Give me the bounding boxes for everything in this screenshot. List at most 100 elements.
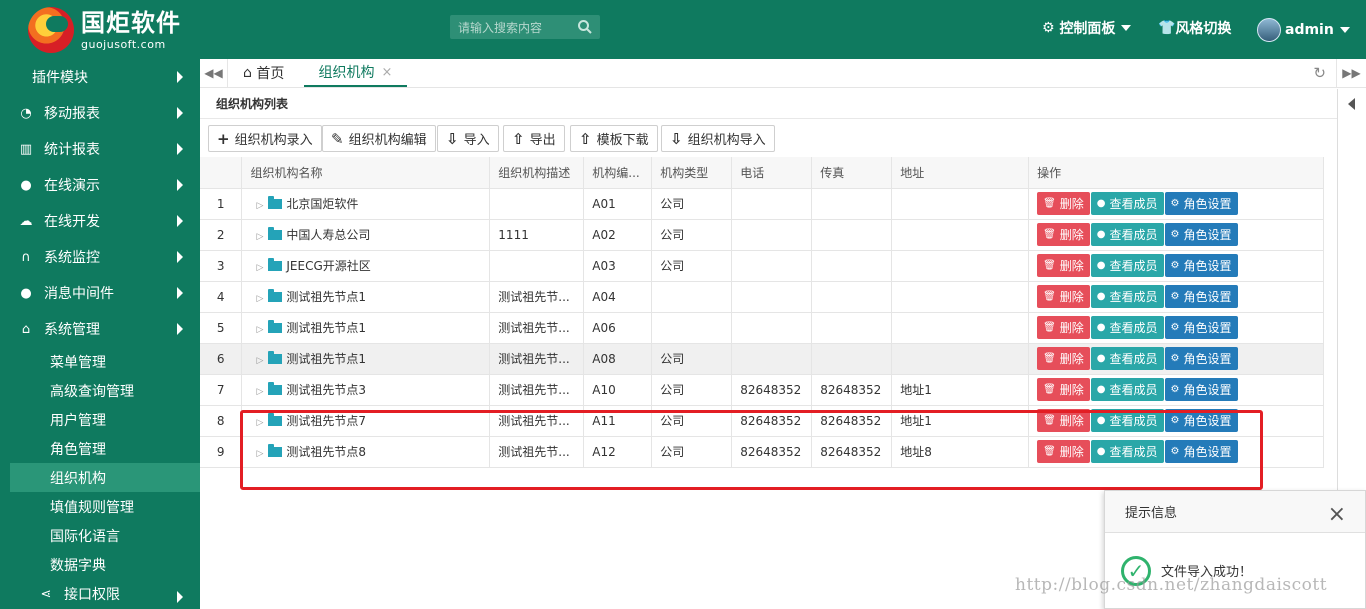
org-name: JEECG开源社区	[286, 259, 371, 273]
expand-icon[interactable]: ▷	[256, 201, 263, 211]
search-input[interactable]: 请输入搜索内容	[450, 15, 600, 39]
sidebar-item-message[interactable]: ● 消息中间件	[0, 275, 200, 311]
sidebar-item-plugin[interactable]: 插件模块	[0, 59, 200, 95]
role-settings-button[interactable]: ⚙ 角色设置	[1164, 347, 1238, 370]
column-header[interactable]: 电话	[731, 157, 813, 189]
expand-icon[interactable]: ▷	[256, 232, 263, 242]
export-button[interactable]: ⇧ 导出	[503, 125, 565, 152]
sidebar-item-online-dev[interactable]: ☁ 在线开发	[0, 203, 200, 239]
edit-org-button[interactable]: ✎ 组织机构编辑	[322, 125, 436, 152]
shirt-icon: 👕	[1158, 20, 1176, 36]
expand-icon[interactable]: ▷	[256, 387, 263, 397]
sidebar-sub-menu[interactable]: 菜单管理	[0, 347, 200, 376]
theme-switch-button[interactable]: 👕 风格切换	[1158, 18, 1231, 38]
expand-icon[interactable]: ▷	[256, 356, 263, 366]
sidebar-sub-role[interactable]: 角色管理	[0, 434, 200, 463]
sidebar-sub-dictionary[interactable]: 数据字典	[0, 550, 200, 579]
trash-icon: 🗑	[1043, 291, 1056, 302]
import-button[interactable]: ⇩ 导入	[437, 125, 499, 152]
table-cell: A02	[583, 219, 653, 251]
table-cell	[891, 219, 1030, 251]
view-members-button[interactable]: ● 查看成员	[1090, 378, 1164, 401]
refresh-icon[interactable]: ↻	[1313, 64, 1326, 82]
table-row[interactable]: 1 ▷ 北京国炬软件 A01 公司 🗑 删除 ● 查看成员 ⚙ 角色设置	[200, 188, 1324, 220]
view-members-button[interactable]: ● 查看成员	[1090, 223, 1164, 246]
expand-icon[interactable]: ▷	[256, 263, 263, 273]
view-members-button[interactable]: ● 查看成员	[1090, 254, 1164, 277]
column-header[interactable]: 组织机构描述	[489, 157, 585, 189]
column-header[interactable]: 传真	[811, 157, 893, 189]
user-menu[interactable]: admin	[1257, 18, 1350, 42]
sidebar-sub-user[interactable]: 用户管理	[0, 405, 200, 434]
delete-button[interactable]: 🗑 删除	[1037, 192, 1090, 215]
gear-icon: ⚙	[1170, 322, 1180, 333]
column-header[interactable]: 机构编...	[583, 157, 653, 189]
table-cell: 1111	[489, 219, 585, 251]
template-download-button[interactable]: ⇧ 模板下载	[570, 125, 658, 152]
delete-button[interactable]: 🗑 删除	[1037, 347, 1090, 370]
sidebar-sub-i18n[interactable]: 国际化语言	[0, 521, 200, 550]
view-members-button[interactable]: ● 查看成员	[1090, 192, 1164, 215]
role-settings-button[interactable]: ⚙ 角色设置	[1164, 254, 1238, 277]
table-cell	[811, 281, 893, 313]
tab-home[interactable]: ⌂ 首页	[243, 59, 284, 87]
search-icon[interactable]	[577, 19, 593, 35]
table-row[interactable]: 3 ▷ JEECG开源社区 A03 公司 🗑 删除 ● 查看成员 ⚙ 角色设置	[200, 250, 1324, 282]
download-icon: ⇩	[446, 129, 459, 148]
column-header[interactable]: 地址	[891, 157, 1030, 189]
scroll-right-icon[interactable]: ▶▶	[1336, 59, 1366, 87]
delete-button[interactable]: 🗑 删除	[1037, 223, 1090, 246]
table-row[interactable]: 5 ▷ 测试祖先节点1 测试祖先节... A06 🗑 删除 ● 查看成员 ⚙ 角色设置	[200, 312, 1324, 344]
sidebar-sub-rule[interactable]: 填值规则管理	[0, 492, 200, 521]
column-header	[200, 157, 243, 189]
sidebar-item-mobile-report[interactable]: ◔ 移动报表	[0, 95, 200, 131]
watermark: http://blog.csdn.net/zhangdaiscott	[1015, 575, 1328, 595]
sidebar-item-online-demo[interactable]: ● 在线演示	[0, 167, 200, 203]
view-members-button[interactable]: ● 查看成员	[1090, 316, 1164, 339]
table-row[interactable]: 4 ▷ 测试祖先节点1 测试祖先节... A04 🗑 删除 ● 查看成员 ⚙ 角色设置	[200, 281, 1324, 313]
control-panel-menu[interactable]: ⚙ 控制面板	[1042, 18, 1132, 38]
sidebar-sub-org[interactable]: 组织机构	[10, 463, 200, 492]
sidebar-item-monitor[interactable]: ∩ 系统监控	[0, 239, 200, 275]
delete-button[interactable]: 🗑 删除	[1037, 285, 1090, 308]
delete-button[interactable]: 🗑 删除	[1037, 254, 1090, 277]
plus-icon: +	[217, 129, 230, 148]
tab-organization[interactable]: 组织机构 ×	[304, 59, 407, 87]
role-settings-button[interactable]: ⚙ 角色设置	[1164, 378, 1238, 401]
role-settings-button[interactable]: ⚙ 角色设置	[1164, 223, 1238, 246]
scroll-left-icon[interactable]: ◀◀	[200, 59, 228, 87]
sidebar-item-stat-report[interactable]: ▥ 统计报表	[0, 131, 200, 167]
brand-logo[interactable]: 国炬软件 guojusoft.com	[28, 7, 181, 53]
sidebar-item-api[interactable]: ⋖ 接口权限	[0, 579, 200, 609]
add-org-button[interactable]: + 组织机构录入	[208, 125, 322, 152]
chevron-down-icon	[1339, 27, 1350, 33]
close-icon[interactable]: ×	[382, 65, 393, 80]
user-icon: ●	[1096, 384, 1106, 395]
delete-button[interactable]: 🗑 删除	[1037, 378, 1090, 401]
role-settings-button[interactable]: ⚙ 角色设置	[1164, 285, 1238, 308]
chevron-down-icon	[1121, 25, 1132, 31]
table-cell	[731, 312, 813, 344]
table-cell: A06	[583, 312, 653, 344]
table-row[interactable]: 6 ▷ 测试祖先节点1 测试祖先节... A08 公司 🗑 删除 ● 查看成员 ⚙ 角色设置	[200, 343, 1324, 375]
folder-icon	[268, 258, 283, 271]
actions-cell: 🗑 删除 ● 查看成员 ⚙ 角色设置	[1028, 250, 1324, 282]
delete-button[interactable]: 🗑 删除	[1037, 316, 1090, 339]
close-icon[interactable]: ×	[1328, 502, 1346, 527]
actions-cell: 🗑 删除 ● 查看成员 ⚙ 角色设置	[1028, 281, 1324, 313]
view-members-button[interactable]: ● 查看成员	[1090, 285, 1164, 308]
expand-icon[interactable]: ▷	[256, 294, 263, 304]
table-row[interactable]: 2 ▷ 中国人寿总公司 1111 A02 公司 🗑 删除 ● 查看成员 ⚙ 角色设置	[200, 219, 1324, 251]
table-cell: A01	[583, 188, 653, 220]
expand-icon[interactable]: ▷	[256, 325, 263, 335]
table-row[interactable]: 7 ▷ 测试祖先节点3 测试祖先节... A10 公司 82648352 82648352 地址…	[200, 374, 1324, 406]
column-header[interactable]: 组织机构名称	[241, 157, 491, 189]
view-members-button[interactable]: ● 查看成员	[1090, 347, 1164, 370]
sidebar-item-system[interactable]: ⌂ 系统管理	[0, 311, 200, 347]
org-import-button[interactable]: ⇩ 组织机构导入	[661, 125, 775, 152]
column-header[interactable]: 机构类型	[651, 157, 733, 189]
sidebar-sub-advanced-query[interactable]: 高级查询管理	[0, 376, 200, 405]
role-settings-button[interactable]: ⚙ 角色设置	[1164, 316, 1238, 339]
trash-icon: 🗑	[1043, 260, 1056, 271]
role-settings-button[interactable]: ⚙ 角色设置	[1164, 192, 1238, 215]
